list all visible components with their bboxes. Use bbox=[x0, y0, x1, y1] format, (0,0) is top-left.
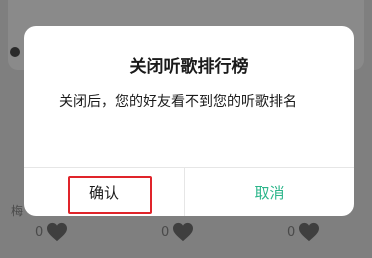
like-count: 0 bbox=[161, 224, 170, 240]
like-counter: 0 bbox=[287, 222, 320, 242]
confirm-dialog: 关闭听歌排行榜 关闭后，您的好友看不到您的听歌排名 确认 取消 bbox=[24, 26, 354, 216]
background-dot bbox=[10, 47, 20, 57]
dialog-message: 关闭后，您的好友看不到您的听歌排名 bbox=[59, 94, 297, 110]
like-counter: 0 bbox=[161, 222, 194, 242]
background-label: 梅 bbox=[11, 204, 24, 218]
cancel-button[interactable]: 取消 bbox=[185, 168, 354, 216]
confirm-button[interactable]: 确认 bbox=[24, 168, 184, 216]
dialog-title: 关闭听歌排行榜 bbox=[129, 57, 249, 77]
like-count: 0 bbox=[287, 224, 296, 240]
heart-icon bbox=[173, 222, 194, 242]
heart-icon bbox=[299, 222, 320, 242]
heart-icon bbox=[47, 222, 68, 242]
like-count: 0 bbox=[35, 224, 44, 240]
like-counter: 0 bbox=[35, 222, 68, 242]
